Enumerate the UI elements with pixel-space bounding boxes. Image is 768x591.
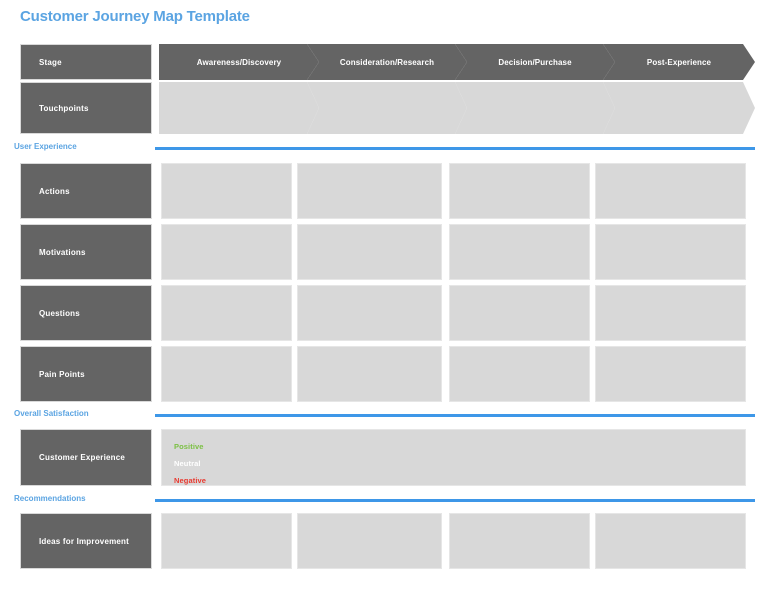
- grid-row-pain-points: Pain Points: [0, 346, 768, 402]
- page-title: Customer Journey Map Template: [20, 8, 250, 25]
- row-label-text: Pain Points: [39, 369, 85, 379]
- grid-cell[interactable]: [595, 513, 746, 569]
- grid-cell[interactable]: [297, 163, 442, 219]
- grid-cell[interactable]: [161, 285, 292, 341]
- grid-cell[interactable]: [595, 346, 746, 402]
- grid-cell[interactable]: [297, 513, 442, 569]
- grid-cell[interactable]: [449, 224, 590, 280]
- grid-row-customer-experience: Customer Experience Positive Neutral Neg…: [0, 429, 768, 486]
- section-divider: [155, 414, 755, 417]
- grid-cell[interactable]: [161, 513, 292, 569]
- row-label-text: Touchpoints: [39, 103, 89, 113]
- stage-label: Consideration/Research: [339, 57, 435, 67]
- grid-row-questions: Questions: [0, 285, 768, 341]
- grid-cell[interactable]: [297, 346, 442, 402]
- satisfaction-option-positive[interactable]: Positive: [174, 438, 745, 455]
- grid-cell[interactable]: [297, 285, 442, 341]
- section-heading-text: Recommendations: [14, 494, 86, 503]
- satisfaction-option-neutral[interactable]: Neutral: [174, 455, 745, 472]
- row-label-questions: Questions: [20, 285, 152, 341]
- row-label-text: Questions: [39, 308, 80, 318]
- stage-chevron-3[interactable]: Decision/Purchase: [455, 44, 615, 80]
- grid-cell[interactable]: [595, 285, 746, 341]
- section-heading-user-experience: User Experience: [0, 142, 768, 156]
- grid-row-ideas-for-improvement: Ideas for Improvement: [0, 513, 768, 569]
- journey-map-canvas: Customer Journey Map Template Stage Awar…: [0, 0, 768, 591]
- satisfaction-legend-cell[interactable]: Positive Neutral Negative: [161, 429, 746, 486]
- row-label-touchpoints: Touchpoints: [20, 82, 152, 134]
- row-label-pain-points: Pain Points: [20, 346, 152, 402]
- row-label-motivations: Motivations: [20, 224, 152, 280]
- row-label-stage: Stage: [20, 44, 152, 80]
- row-label-customer-experience: Customer Experience: [20, 429, 152, 486]
- grid-cell[interactable]: [449, 163, 590, 219]
- section-heading-text: User Experience: [14, 142, 77, 151]
- grid-cell[interactable]: [161, 224, 292, 280]
- row-label-text: Actions: [39, 186, 70, 196]
- section-heading-overall-satisfaction: Overall Satisfaction: [0, 409, 768, 423]
- row-label-text: Ideas for Improvement: [39, 536, 130, 546]
- grid-row-actions: Actions: [0, 163, 768, 219]
- touchpoints-row: Touchpoints: [0, 82, 768, 134]
- stage-row: Stage Awareness/Discovery Consideration/…: [0, 44, 768, 80]
- touchpoint-chevron-2[interactable]: [307, 82, 467, 134]
- grid-cell[interactable]: [449, 285, 590, 341]
- row-label-text: Motivations: [39, 247, 86, 257]
- stage-chevron-4[interactable]: Post-Experience: [603, 44, 755, 80]
- stage-chevron-1[interactable]: Awareness/Discovery: [159, 44, 319, 80]
- touchpoint-chevron-3[interactable]: [455, 82, 615, 134]
- satisfaction-option-negative[interactable]: Negative: [174, 472, 745, 489]
- row-label-text: Customer Experience: [39, 453, 126, 462]
- touchpoint-chevron-4[interactable]: [603, 82, 755, 134]
- section-divider: [155, 147, 755, 150]
- grid-cell[interactable]: [449, 346, 590, 402]
- stage-label: Post-Experience: [646, 57, 712, 67]
- section-heading-recommendations: Recommendations: [0, 494, 768, 508]
- grid-cell[interactable]: [161, 346, 292, 402]
- row-label-text: Stage: [39, 57, 62, 67]
- row-label-ideas-for-improvement: Ideas for Improvement: [20, 513, 152, 569]
- row-label-actions: Actions: [20, 163, 152, 219]
- section-divider: [155, 499, 755, 502]
- stage-label: Decision/Purchase: [498, 57, 572, 67]
- grid-cell[interactable]: [449, 513, 590, 569]
- touchpoint-chevron-1[interactable]: [159, 82, 319, 134]
- grid-cell[interactable]: [297, 224, 442, 280]
- grid-cell[interactable]: [161, 163, 292, 219]
- grid-cell[interactable]: [595, 163, 746, 219]
- grid-row-motivations: Motivations: [0, 224, 768, 280]
- section-heading-text: Overall Satisfaction: [14, 409, 89, 418]
- stage-chevron-2[interactable]: Consideration/Research: [307, 44, 467, 80]
- stage-label: Awareness/Discovery: [196, 57, 282, 67]
- grid-cell[interactable]: [595, 224, 746, 280]
